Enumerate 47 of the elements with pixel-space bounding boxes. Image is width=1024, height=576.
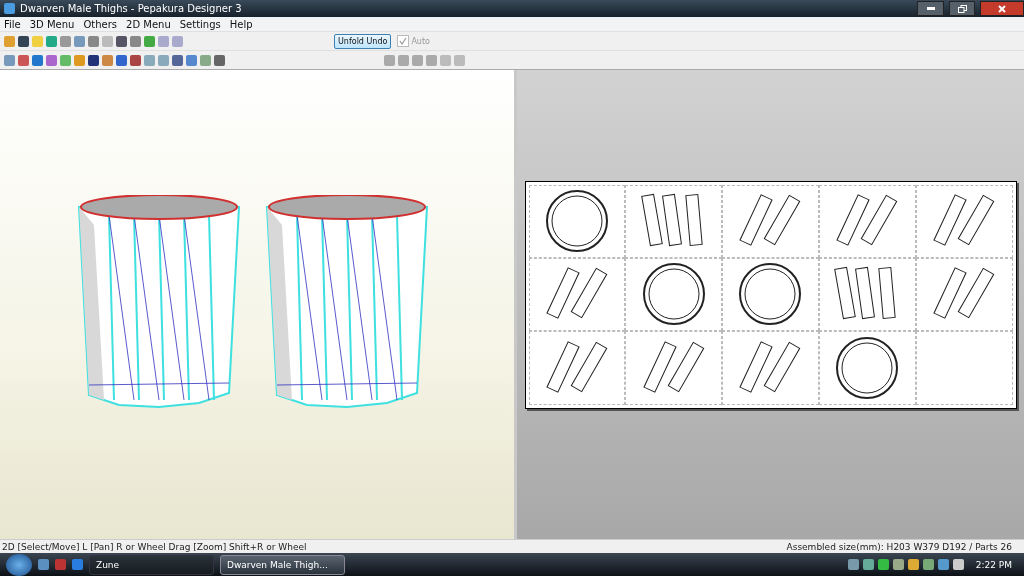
unfold-undo-button[interactable]: Unfold Undo	[334, 33, 392, 49]
menu-item[interactable]: 3D Menu	[29, 18, 75, 30]
close-icon	[998, 4, 1006, 13]
auto-label: Auto	[411, 36, 430, 46]
check-icon	[399, 37, 408, 45]
window-title: Dwarven Male Thighs - Pepakura Designer 3	[20, 3, 243, 14]
tray-icon[interactable]	[862, 559, 874, 570]
align-icon[interactable]	[384, 54, 395, 66]
toolbar-icon[interactable]	[88, 54, 99, 66]
quick-launch-icon[interactable]	[38, 559, 49, 570]
menu-item[interactable]: Help	[229, 18, 253, 30]
menu-item[interactable]: 2D Menu	[126, 18, 171, 30]
taskbar-button[interactable]: Dwarven Male Thigh...	[220, 554, 345, 575]
menu-item[interactable]: File	[4, 18, 21, 30]
menu-item[interactable]: Settings	[179, 18, 221, 30]
close-button[interactable]	[980, 1, 1024, 16]
tray-icon[interactable]	[847, 559, 859, 570]
toolbar-icon[interactable]	[130, 54, 141, 66]
align-icon[interactable]	[426, 54, 437, 66]
toolbar-icon[interactable]	[18, 35, 29, 47]
toolbar-icon[interactable]	[214, 54, 225, 66]
app-icon	[4, 3, 15, 14]
tray-icon[interactable]	[952, 559, 964, 570]
align-icon[interactable]	[398, 54, 409, 66]
toolbar-icon[interactable]	[116, 54, 127, 66]
clock: 2:22 PM	[975, 559, 1012, 570]
align-icon[interactable]	[454, 54, 465, 66]
taskbar-button[interactable]: Zune	[89, 554, 214, 575]
tray-icon[interactable]	[877, 559, 889, 570]
status-size: Assembled size(mm): H203 W379 D192 / Parts 26	[786, 541, 1012, 552]
toolbar-icon[interactable]	[116, 35, 127, 47]
toolbar-icon[interactable]	[172, 54, 183, 66]
tray-icon[interactable]	[907, 559, 919, 570]
tray-icon[interactable]	[922, 559, 934, 570]
tray-icon[interactable]	[892, 559, 904, 570]
quick-launch-icon[interactable]	[55, 559, 66, 570]
minimize-icon	[926, 7, 935, 10]
status-hint: 2D [Select/Move] L [Pan] R or Wheel Drag [Zoom] Shift+R or Wheel	[2, 541, 307, 552]
align-icon[interactable]	[412, 54, 423, 66]
tray-icon[interactable]	[937, 559, 949, 570]
2d-view[interactable]	[517, 70, 1024, 539]
maximize-button[interactable]	[949, 1, 975, 16]
minimize-button[interactable]	[917, 1, 944, 16]
restore-icon	[957, 4, 967, 13]
menu-item[interactable]: Others	[83, 18, 118, 30]
start-button[interactable]	[6, 553, 32, 576]
align-icon[interactable]	[440, 54, 451, 66]
